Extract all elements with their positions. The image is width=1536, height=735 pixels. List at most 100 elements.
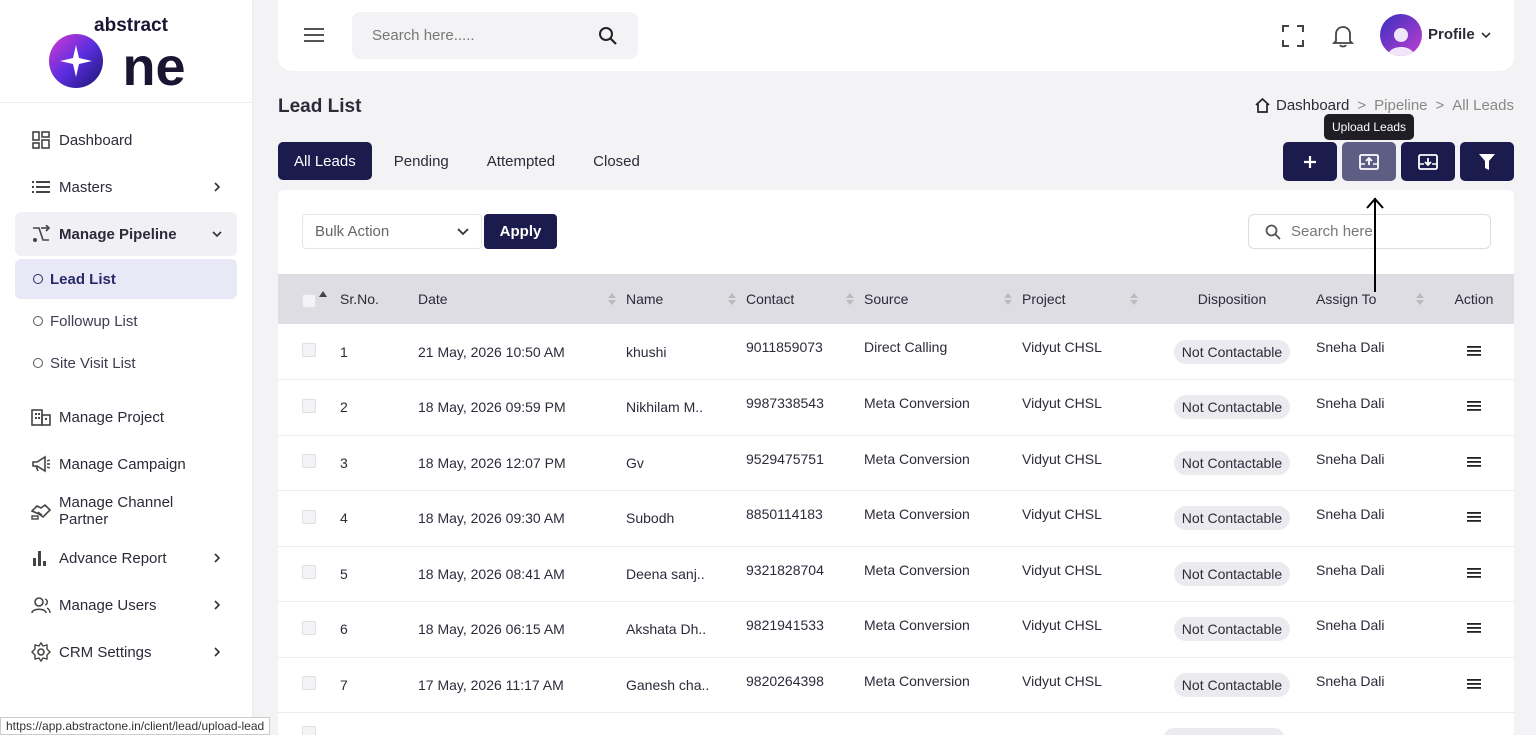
row-checkbox[interactable] (302, 454, 316, 469)
disposition-badge[interactable]: Not Contactable (1173, 617, 1291, 642)
app-logo[interactable]: abstract ne (0, 0, 252, 103)
download-leads-button[interactable] (1401, 142, 1455, 181)
grid-icon (31, 130, 51, 150)
pipeline-icon (31, 224, 51, 244)
bell-icon[interactable] (1332, 24, 1354, 48)
disposition-badge[interactable]: Not Contactable (1173, 672, 1291, 697)
row-menu-icon[interactable] (1467, 678, 1481, 690)
table-row[interactable]: 2 18 May, 2026 09:59 PM Nikhilam M.. 998733… (278, 380, 1514, 436)
sidebar-subitem-followup-list[interactable]: Followup List (15, 301, 237, 341)
column-header-srno[interactable]: Sr.No. (340, 274, 418, 324)
row-menu-icon[interactable] (1467, 567, 1481, 579)
breadcrumb-separator: > (1435, 97, 1445, 114)
add-lead-button[interactable] (1283, 142, 1337, 181)
upload-leads-tooltip: Upload Leads (1324, 114, 1415, 140)
cell-date: 21 May, 2026 10:50 AM (418, 343, 565, 360)
breadcrumb-home[interactable]: Dashboard (1254, 97, 1349, 114)
sidebar-item-advance-report[interactable]: Advance Report (15, 536, 237, 580)
filter-button[interactable] (1460, 142, 1514, 181)
column-header-name[interactable]: Name (626, 274, 746, 324)
sidebar-subitem-lead-list[interactable]: Lead List (15, 259, 237, 299)
circle-icon (33, 316, 43, 326)
column-header-label: Sr.No. (340, 291, 379, 307)
avatar[interactable] (1380, 14, 1422, 56)
cell-disposition: Not Contactable (1148, 380, 1316, 436)
row-menu-icon[interactable] (1467, 456, 1481, 468)
bulk-action-select[interactable]: Bulk Action (302, 214, 482, 249)
cell-srno: 6 (340, 621, 348, 638)
row-checkbox[interactable] (302, 509, 316, 524)
cell-srno: 3 (340, 454, 348, 471)
apply-button[interactable]: Apply (484, 214, 557, 249)
sort-up-icon[interactable] (319, 290, 327, 298)
upload-leads-button[interactable] (1342, 142, 1396, 181)
disposition-badge[interactable]: Not Contactable (1173, 450, 1291, 475)
cell-name[interactable]: Gv (626, 435, 746, 491)
row-checkbox[interactable] (302, 726, 316, 735)
chevron-down-icon (1481, 31, 1491, 38)
sidebar-item-label: Manage Campaign (59, 455, 186, 473)
search-placeholder: Search here..... (372, 27, 475, 44)
column-header-label: Date (418, 291, 448, 307)
row-menu-icon[interactable] (1467, 345, 1481, 357)
disposition-badge[interactable]: Not Contactable (1173, 395, 1291, 420)
cell-name[interactable]: Ganesh cha.. (626, 657, 746, 713)
disposition-badge[interactable]: Not Contactable (1173, 561, 1291, 586)
table-row[interactable]: 6 18 May, 2026 06:15 AM Akshata Dh.. 982194… (278, 602, 1514, 658)
table-row[interactable]: 7 17 May, 2026 11:17 AM Ganesh cha.. 982026… (278, 657, 1514, 713)
disposition-badge[interactable]: Not Contactable (1173, 339, 1291, 364)
sidebar-item-manage-users[interactable]: Manage Users (15, 583, 237, 627)
column-header-date[interactable]: Date (418, 274, 626, 324)
tab-all-leads[interactable]: All Leads (278, 142, 372, 180)
row-select-cell (278, 380, 340, 436)
megaphone-icon (31, 454, 51, 474)
cell-name[interactable]: Nikhilam M.. (626, 380, 746, 436)
sidebar-item-crm-settings[interactable]: CRM Settings (15, 630, 237, 674)
profile-menu[interactable]: Profile (1428, 26, 1491, 43)
row-checkbox[interactable] (302, 620, 316, 635)
tab-attempted[interactable]: Attempted (471, 142, 571, 180)
hamburger-menu-icon[interactable] (304, 26, 324, 44)
sidebar-item-masters[interactable]: Masters (15, 165, 237, 209)
row-menu-icon[interactable] (1467, 622, 1481, 634)
cell-name[interactable]: Akshata Dh.. (626, 602, 746, 658)
cell-source: Meta Conversion (864, 617, 970, 633)
cell-name[interactable]: Subodh (626, 491, 746, 547)
sidebar-item-manage-pipeline[interactable]: Manage Pipeline (15, 212, 237, 256)
table-row[interactable]: 3 18 May, 2026 12:07 PM Gv 9529475751 Meta C… (278, 435, 1514, 491)
cell-project: Vidyut CHSL (1022, 506, 1102, 522)
column-header-contact[interactable]: Contact (746, 274, 864, 324)
global-search-input[interactable]: Search here..... (352, 12, 638, 59)
cell-date: 18 May, 2026 06:15 AM (418, 621, 565, 638)
sidebar-item-manage-project[interactable]: Manage Project (15, 395, 237, 439)
row-checkbox[interactable] (302, 676, 316, 691)
table-row[interactable]: 1 21 May, 2026 10:50 AM khushi 9011859073 Di… (278, 324, 1514, 380)
column-header-source[interactable]: Source (864, 274, 1022, 324)
sidebar-item-dashboard[interactable]: Dashboard (15, 118, 237, 162)
tab-closed[interactable]: Closed (577, 142, 656, 180)
breadcrumb-pipeline[interactable]: Pipeline (1374, 97, 1427, 114)
row-checkbox[interactable] (302, 565, 316, 580)
row-checkbox[interactable] (302, 343, 316, 357)
fullscreen-icon[interactable] (1282, 25, 1304, 47)
table-row[interactable]: 4 18 May, 2026 09:30 AM Subodh 8850114183 Me… (278, 491, 1514, 547)
row-menu-icon[interactable] (1467, 400, 1481, 412)
column-header-project[interactable]: Project (1022, 274, 1148, 324)
cell-srno: 2 (340, 399, 348, 416)
sidebar-item-manage-channel-partner[interactable]: Manage Channel Partner (15, 489, 237, 533)
table-row[interactable]: 5 18 May, 2026 08:41 AM Deena sanj.. 932182… (278, 546, 1514, 602)
cell-assign-to: Sneha Dali (1316, 395, 1385, 411)
cell-action (1434, 380, 1514, 436)
disposition-badge[interactable]: Not Contactable (1173, 506, 1291, 531)
search-icon[interactable] (598, 26, 618, 46)
cell-name[interactable]: Deena sanj.. (626, 546, 746, 602)
sidebar-subitem-site-visit-list[interactable]: Site Visit List (15, 343, 237, 383)
sidebar-item-manage-campaign[interactable]: Manage Campaign (15, 442, 237, 486)
select-all-checkbox[interactable] (302, 293, 316, 308)
sort-icon (1416, 293, 1424, 305)
row-menu-icon[interactable] (1467, 511, 1481, 523)
cell-name[interactable]: khushi (626, 324, 746, 380)
row-checkbox[interactable] (302, 398, 316, 413)
tab-pending[interactable]: Pending (378, 142, 465, 180)
cell-project: Vidyut CHSL (1022, 561, 1102, 578)
